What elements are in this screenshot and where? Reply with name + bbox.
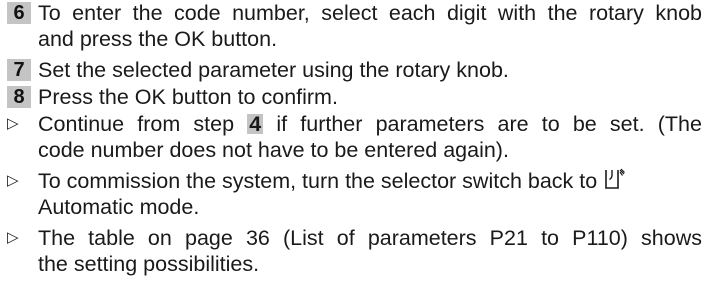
automatic-mode-icon	[605, 168, 626, 189]
step-number-badge: 6	[7, 2, 31, 24]
step-text-line: and press the OK button.	[38, 27, 278, 51]
step-number-badge: 8	[7, 86, 31, 108]
note-text-line: The table on page 36 (List of parameters…	[38, 226, 702, 250]
note-text-before: Continue from step	[38, 112, 235, 136]
note-text-line: code number does not have to be entered …	[38, 138, 509, 162]
step-reference-badge: 4	[247, 112, 264, 136]
instruction-page: 6 To enter the code number, select each …	[0, 0, 707, 291]
note-text-after: if further parameters are to be set. (Th…	[276, 112, 702, 136]
note-text: To commission the system, turn the selec…	[38, 169, 598, 193]
step-number-badge: 7	[7, 59, 31, 81]
note-text-line: Continue from step 4 if further paramete…	[38, 111, 702, 137]
triangle-bullet-icon: ▷	[7, 172, 19, 189]
step-text-line: Set the selected parameter using the rot…	[38, 58, 509, 82]
step-text-line: Press the OK button to confirm.	[38, 85, 338, 109]
note-text-line: To commission the system, turn the selec…	[38, 168, 627, 194]
step-text-line: To enter the code number, select each di…	[38, 1, 702, 25]
triangle-bullet-icon: ▷	[7, 229, 19, 246]
note-text-line: Automatic mode.	[38, 195, 200, 219]
triangle-bullet-icon: ▷	[7, 115, 19, 132]
note-text-line: the setting possibilities.	[38, 252, 260, 276]
